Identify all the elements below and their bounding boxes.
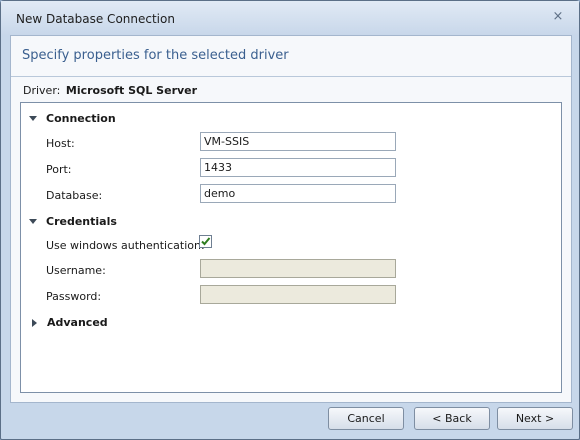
- driver-label: Driver:: [23, 84, 61, 97]
- chevron-down-icon[interactable]: [29, 116, 37, 121]
- cancel-button[interactable]: Cancel: [328, 407, 404, 430]
- section-advanced[interactable]: Advanced: [29, 316, 108, 329]
- section-connection-label: Connection: [46, 112, 116, 125]
- driver-value: Microsoft SQL Server: [65, 84, 198, 97]
- driver-info: Driver: Microsoft SQL Server: [23, 84, 197, 97]
- checkmark-icon: [201, 237, 211, 246]
- section-credentials-label: Credentials: [46, 215, 117, 228]
- section-credentials[interactable]: Credentials: [29, 215, 117, 228]
- next-button[interactable]: Next >: [497, 407, 573, 430]
- windows-auth-checkbox[interactable]: [199, 235, 212, 248]
- dialog-window: New Database Connection × Specify proper…: [0, 0, 580, 440]
- header-divider: [11, 76, 571, 77]
- password-input[interactable]: [200, 285, 396, 304]
- close-icon[interactable]: ×: [550, 10, 566, 24]
- window-title: New Database Connection: [16, 12, 175, 26]
- chevron-right-icon[interactable]: [32, 318, 37, 327]
- port-input[interactable]: 1433: [200, 158, 396, 177]
- database-label: Database:: [46, 189, 103, 202]
- title-bar[interactable]: New Database Connection ×: [1, 1, 579, 35]
- section-advanced-label: Advanced: [47, 316, 108, 329]
- section-connection[interactable]: Connection: [29, 112, 116, 125]
- chevron-down-icon[interactable]: [29, 219, 37, 224]
- host-label: Host:: [46, 137, 75, 150]
- password-label: Password:: [46, 290, 102, 303]
- username-label: Username:: [46, 264, 106, 277]
- windows-auth-label: Use windows authentication:: [46, 239, 205, 252]
- properties-panel: Connection Host: VM-SSIS Port: 1433 Data…: [20, 102, 562, 393]
- username-input[interactable]: [200, 259, 396, 278]
- dialog-content: Specify properties for the selected driv…: [10, 35, 572, 403]
- back-button[interactable]: < Back: [414, 407, 490, 430]
- page-heading: Specify properties for the selected driv…: [22, 48, 289, 63]
- database-input[interactable]: demo: [200, 184, 396, 203]
- port-label: Port:: [46, 163, 72, 176]
- host-input[interactable]: VM-SSIS: [200, 132, 396, 151]
